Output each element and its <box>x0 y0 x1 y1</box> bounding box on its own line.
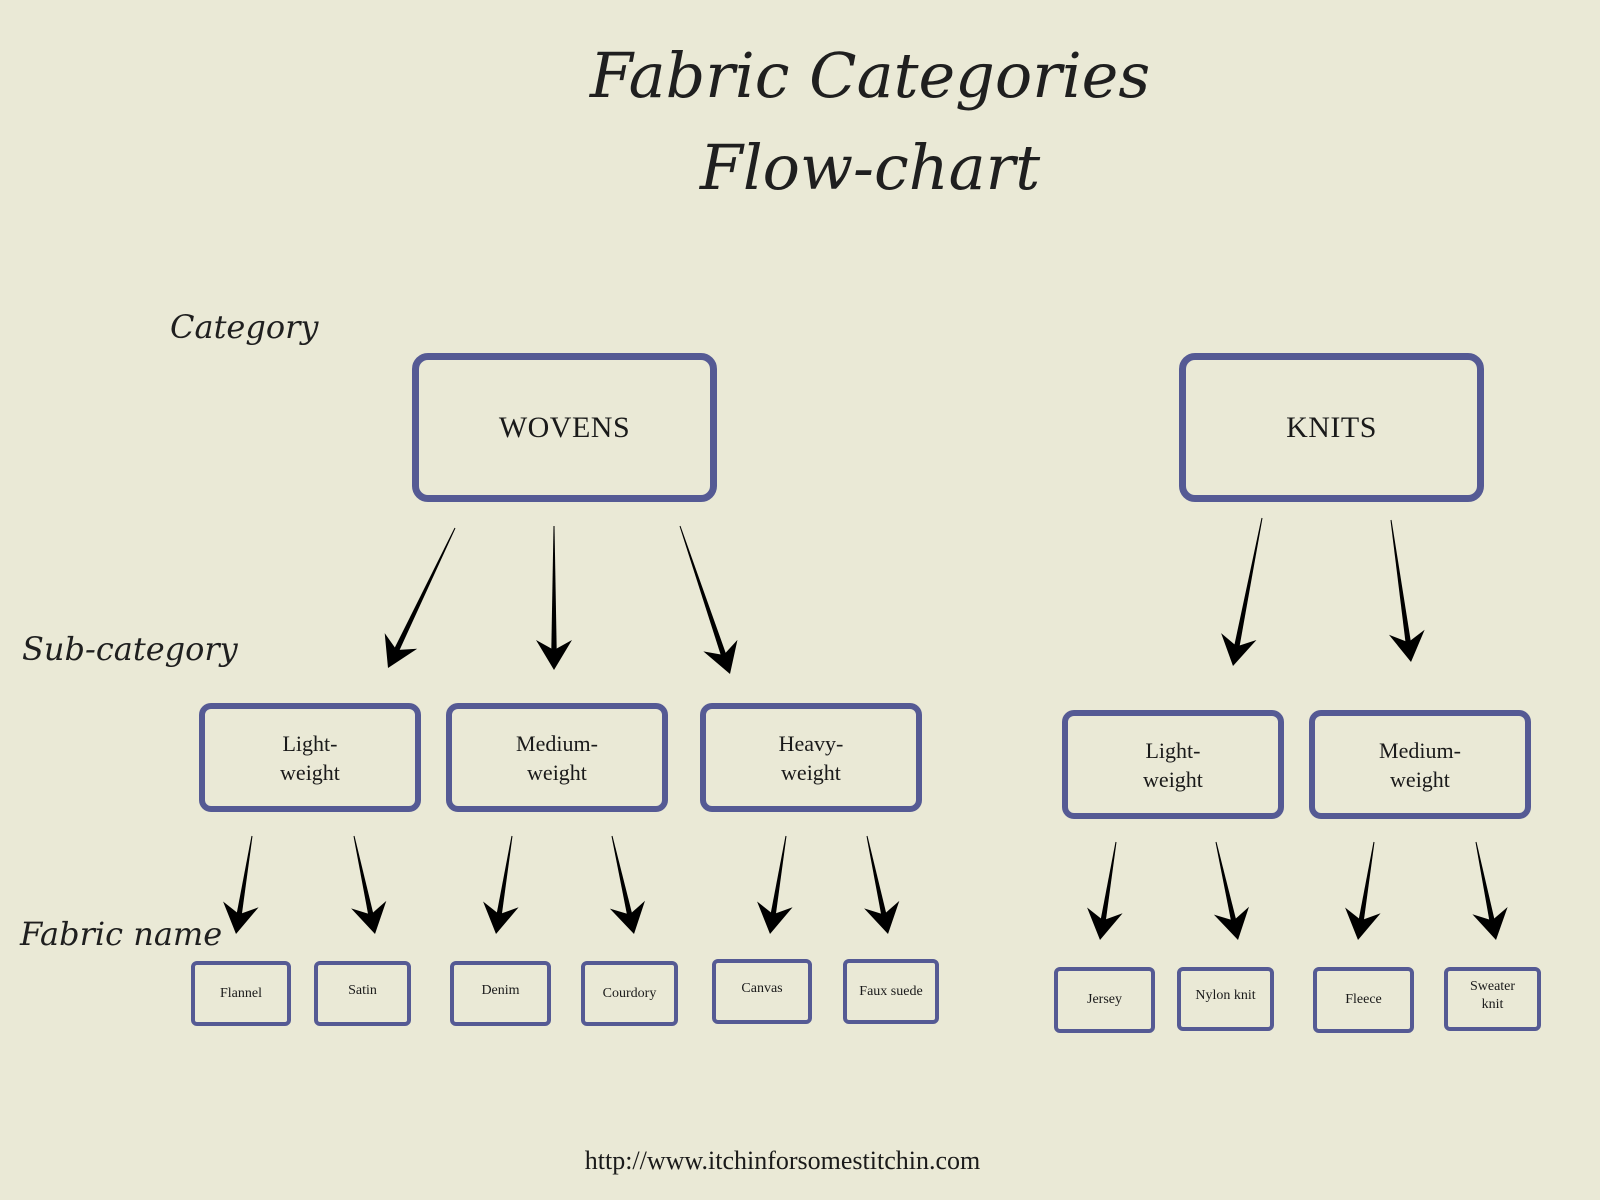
arrow-medium-to-denim <box>483 835 519 934</box>
category-label: WOVENS <box>498 410 631 444</box>
fabric-box-canvas[interactable]: Canvas <box>712 959 812 1024</box>
fabric-box-fleece[interactable]: Fleece <box>1313 967 1414 1033</box>
subcategory-label: weight <box>1390 766 1450 792</box>
subcategory-label: Medium- <box>1379 737 1461 763</box>
arrow-wovens-to-heavy <box>679 525 738 674</box>
arrow-heavy-to-faux-suede <box>864 835 900 934</box>
arrow-knits-to-medium <box>1388 519 1425 662</box>
subcategory-label: Medium- <box>516 730 598 756</box>
subcategory-box-wovens-medium[interactable]: Medium-weight <box>446 703 668 812</box>
subcategory-box-wovens-light[interactable]: Light-weight <box>199 703 421 812</box>
arrow-shaft <box>353 835 375 921</box>
fabric-box-jersey[interactable]: Jersey <box>1054 967 1155 1033</box>
arrow-shaft <box>391 527 456 657</box>
arrow-shaft <box>1390 519 1412 649</box>
subcategory-label: weight <box>280 759 340 785</box>
arrow-light-to-satin <box>351 835 387 934</box>
fabric-box-denim[interactable]: Denim <box>450 961 551 1026</box>
arrow-knit-light-to-nylon-knit <box>1213 841 1249 940</box>
arrow-shaft <box>551 526 557 656</box>
arrow-knits-to-light <box>1221 517 1263 666</box>
fabric-box-flannel[interactable]: Flannel <box>191 961 291 1026</box>
subcategory-box-knits-light[interactable]: Light-weight <box>1062 710 1284 819</box>
subcategory-label: Heavy- <box>778 730 844 756</box>
fabric-label: Jersey <box>1087 992 1122 1007</box>
arrow-shaft <box>1475 841 1496 927</box>
fabric-label: Satin <box>348 982 377 998</box>
subcategory-label: Light- <box>282 730 338 756</box>
category-label: KNITS <box>1286 410 1377 444</box>
arrow-shaft <box>1099 841 1117 927</box>
subcategory-label: weight <box>781 759 841 785</box>
arrow-medium-to-courdory <box>609 835 645 934</box>
arrow-shaft <box>866 835 888 921</box>
fabric-box-nylon-knit[interactable]: Nylon knit <box>1177 967 1274 1031</box>
arrow-light-to-flannel <box>223 835 259 934</box>
arrow-shaft <box>611 835 634 921</box>
arrow-shaft <box>495 835 513 921</box>
subcategory-label: weight <box>527 759 587 785</box>
fabric-label: Sweater knit <box>1469 979 1516 1012</box>
subcategory-box-knits-medium[interactable]: Medium-weight <box>1309 710 1531 819</box>
arrow-shaft <box>1232 517 1263 653</box>
fabric-label: Fleece <box>1345 992 1382 1007</box>
category-box-knits[interactable]: KNITS <box>1179 353 1484 502</box>
subcategory-label: Light- <box>1145 737 1201 763</box>
arrow-heavy-to-canvas <box>757 835 793 934</box>
fabric-label: Nylon knit <box>1195 988 1256 1003</box>
fabric-label: Denim <box>481 982 520 998</box>
arrow-knit-medium-to-sweater-knit <box>1472 841 1508 940</box>
arrow-shaft <box>235 835 253 921</box>
fabric-box-courdory[interactable]: Courdory <box>581 961 678 1026</box>
arrow-knit-light-to-jersey <box>1087 841 1123 940</box>
subcategory-box-wovens-heavy[interactable]: Heavy-weight <box>700 703 922 812</box>
arrow-knit-medium-to-fleece <box>1345 841 1381 940</box>
arrow-shaft <box>769 835 787 921</box>
fabric-label: Courdory <box>602 985 657 1001</box>
footer-url[interactable]: http://www.itchinforsomestitchin.com <box>0 1146 1565 1176</box>
arrow-wovens-to-medium <box>536 526 572 670</box>
arrow-shaft <box>1215 841 1238 927</box>
arrow-shaft <box>679 525 729 662</box>
category-box-wovens[interactable]: WOVENS <box>412 353 717 502</box>
arrow-wovens-to-light <box>384 527 456 668</box>
fabric-label: Faux suede <box>859 983 923 999</box>
arrow-shaft <box>1357 841 1375 927</box>
subcategory-label: weight <box>1143 766 1203 792</box>
fabric-label: Canvas <box>741 980 783 996</box>
fabric-box-faux-suede[interactable]: Faux suede <box>843 959 939 1024</box>
fabric-box-satin[interactable]: Satin <box>314 961 411 1026</box>
fabric-box-sweater-knit[interactable]: Sweater knit <box>1444 967 1541 1031</box>
fabric-label: Flannel <box>220 985 262 1001</box>
